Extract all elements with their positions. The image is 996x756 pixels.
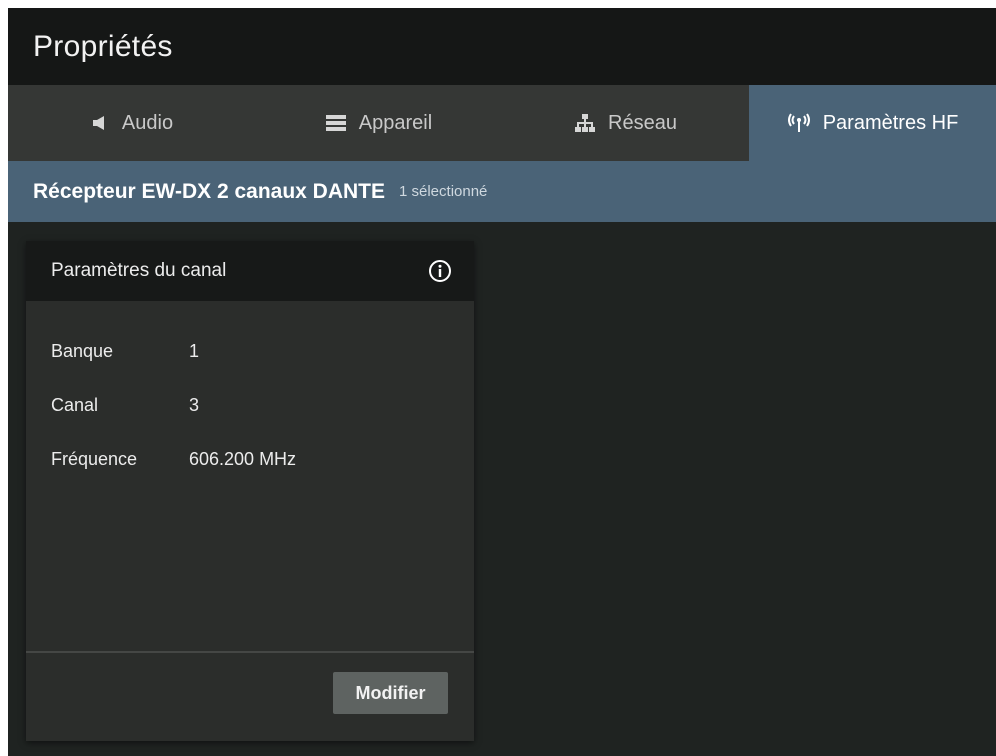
tab-network[interactable]: Réseau [502, 85, 749, 161]
card-title: Paramètres du canal [51, 260, 227, 281]
properties-window: Propriétés Audio Appareil Réseau Paramèt… [8, 8, 996, 756]
tab-bar: Audio Appareil Réseau Paramètres HF [8, 85, 996, 161]
tab-rf-settings[interactable]: Paramètres HF [749, 85, 996, 161]
card-header: Paramètres du canal [26, 241, 474, 301]
tab-audio[interactable]: Audio [8, 85, 255, 161]
antenna-icon [787, 113, 811, 133]
channel-settings-card: Paramètres du canal Banque 1 Canal 3 Fré… [26, 241, 474, 741]
network-icon [574, 113, 596, 133]
property-channel-label: Canal [51, 395, 99, 415]
property-frequency: Fréquence 606.200 MHz [51, 449, 474, 503]
speaker-icon [90, 113, 110, 133]
window-title: Propriétés [33, 29, 173, 63]
window-titlebar: Propriétés [8, 8, 996, 85]
tab-rf-settings-label: Paramètres HF [822, 111, 959, 134]
tab-device-label: Appareil [358, 111, 433, 134]
property-bank-value: 1 [189, 341, 200, 361]
property-bank: Banque 1 [51, 341, 474, 395]
modify-button[interactable]: Modifier [333, 672, 448, 714]
property-frequency-value: 606.200 MHz [189, 449, 297, 469]
device-name: Récepteur EW-DX 2 canaux DANTE [33, 179, 385, 203]
selection-count: 1 sélectionné [399, 183, 488, 200]
property-frequency-label: Fréquence [51, 449, 138, 469]
tab-audio-label: Audio [121, 111, 174, 134]
card-divider [26, 651, 474, 653]
device-header: Récepteur EW-DX 2 canaux DANTE 1 sélecti… [8, 161, 996, 222]
device-icon [325, 114, 347, 132]
tab-device[interactable]: Appareil [255, 85, 502, 161]
tab-network-label: Réseau [608, 111, 677, 134]
channel-properties: Banque 1 Canal 3 Fréquence 606.200 MHz [26, 301, 474, 503]
info-icon[interactable] [428, 259, 452, 283]
property-channel-value: 3 [189, 395, 200, 415]
property-channel: Canal 3 [51, 395, 474, 449]
property-bank-label: Banque [51, 341, 114, 361]
